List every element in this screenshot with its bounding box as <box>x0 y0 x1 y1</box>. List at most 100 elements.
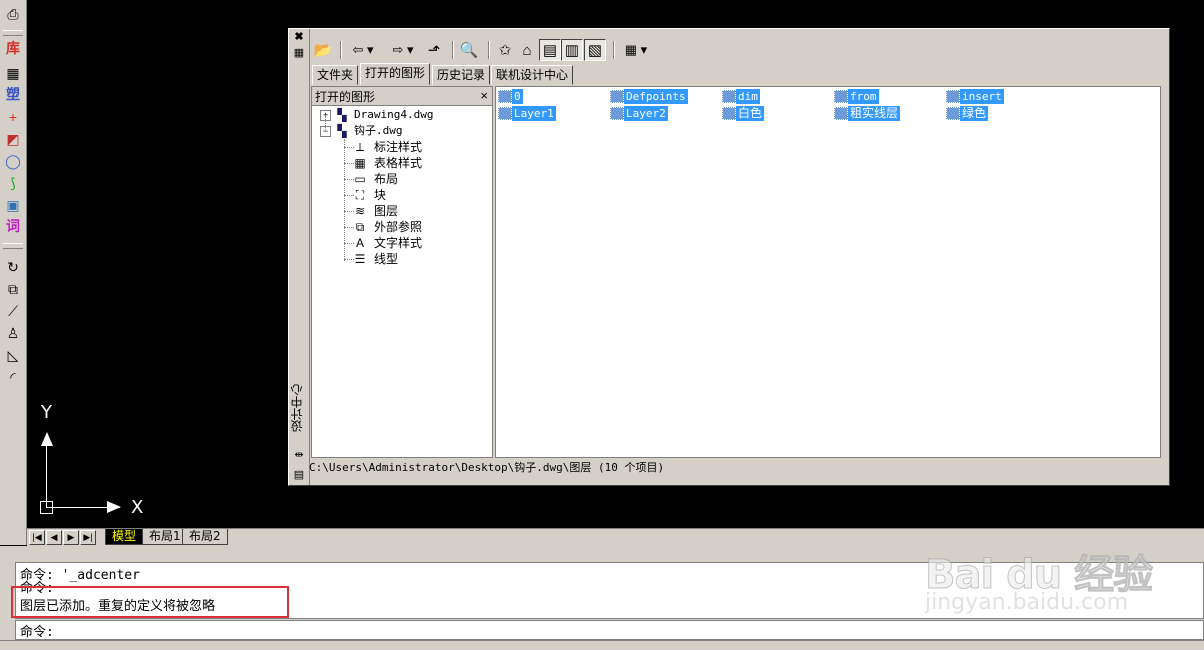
layer-item[interactable]: Layer1 <box>498 106 556 121</box>
layer-item[interactable]: dim <box>722 89 760 104</box>
layer-icon <box>610 90 624 103</box>
tree-child-node[interactable]: ☰ 线型 <box>312 251 490 267</box>
last-tab-button[interactable]: ▶| <box>80 530 96 545</box>
menu-icon[interactable]: ▤ <box>292 469 306 481</box>
tree-child-label: 文字样式 <box>374 236 423 250</box>
tab-folders[interactable]: 文件夹 <box>312 65 359 85</box>
fillet-icon[interactable]: ◜ <box>3 367 23 387</box>
tree-child-node[interactable]: ⛶ 块 <box>312 187 490 203</box>
ucs-y-axis <box>46 445 47 507</box>
home-icon[interactable]: ⌂ <box>516 39 538 61</box>
line-icon[interactable]: ⟋ <box>3 301 23 321</box>
layer-name: dim <box>736 89 760 104</box>
layout-tab[interactable]: 布局1 <box>142 529 188 545</box>
up-icon[interactable]: ⬏ <box>423 39 445 61</box>
tree-child-node[interactable]: ▦ 表格样式 <box>312 155 490 171</box>
layer-item[interactable]: from <box>834 89 879 104</box>
table-icon[interactable]: ▦ <box>3 63 23 83</box>
rotate-icon[interactable]: ↻ <box>3 257 23 277</box>
plastic-icon[interactable]: 塑 <box>3 85 23 105</box>
textstyle-icon: A <box>355 236 364 250</box>
tab-online[interactable]: 联机设计中心 <box>491 65 574 85</box>
layer-item[interactable]: insert <box>946 89 1004 104</box>
ucs-y-arrow <box>41 432 53 446</box>
tree-child-node[interactable]: ▭ 布局 <box>312 171 490 187</box>
tree-child-node[interactable]: ≋ 图层 <box>312 203 490 219</box>
ucs-y-label: Y <box>41 402 52 423</box>
layer-icon: ≋ <box>354 204 366 218</box>
ucs-x-arrow <box>107 501 121 513</box>
tree-child-label: 布局 <box>374 172 399 186</box>
circle-icon[interactable]: ◯ <box>3 151 23 171</box>
design-center-title: 设计中心 <box>290 384 304 432</box>
curve-icon[interactable]: ⟆ <box>3 173 23 193</box>
cross-icon[interactable]: + <box>3 107 23 127</box>
description-icon[interactable]: ▧ <box>584 39 606 61</box>
library-icon[interactable]: 库 <box>3 39 23 59</box>
tree-close-icon[interactable]: × <box>480 88 488 103</box>
layer-item[interactable]: 白色 <box>722 106 765 121</box>
drawing-file-icon: ▚ <box>337 124 347 138</box>
chamfer-icon[interactable]: ◺ <box>3 345 23 365</box>
tree-child-node[interactable]: ⟂ 标注样式 <box>312 139 490 155</box>
toolbar-grip <box>3 243 23 249</box>
content-palette: 0 Defpoints dim from insert Layer1 Layer2 白色 粗实线… <box>495 86 1161 458</box>
tree-child-node[interactable]: A 文字样式 <box>312 235 490 251</box>
layer-name: Layer1 <box>512 106 556 121</box>
layer-icon <box>498 107 512 120</box>
layout-tab[interactable]: 模型 <box>105 529 144 545</box>
tree-drawing-node[interactable]: − ▚ 钩子.dwg <box>312 123 490 139</box>
plot-icon[interactable]: ⎙ <box>3 4 23 24</box>
layer-item[interactable]: 0 <box>498 89 523 104</box>
back-icon[interactable]: ⇦ ▾ <box>346 39 380 61</box>
layout-tab[interactable]: 布局2 <box>182 529 228 545</box>
tree-toggle-icon[interactable]: ▤ <box>539 39 561 61</box>
layer-item[interactable]: 粗实线层 <box>834 106 901 121</box>
design-center-toolbar: 📂 ⇦ ▾ ⇨ ▾ ⬏ 🔍 ✩ ⌂ ▤ ▥ ▧ ▦ ▾ <box>311 39 651 63</box>
design-center-titlebar[interactable]: ✖ ▦ 设计中心 ⇹ ▤ <box>289 29 310 485</box>
tablestyle-icon: ▦ <box>354 156 366 170</box>
favorites-icon[interactable]: ✩ <box>494 39 516 61</box>
next-tab-button[interactable]: ▶ <box>63 530 79 545</box>
close-icon[interactable]: ✖ <box>292 31 306 43</box>
tree-drawing-label: Drawing4.dwg <box>354 108 434 121</box>
tree-child-node[interactable]: ⧉ 外部参照 <box>312 219 490 235</box>
first-tab-button[interactable]: |◀ <box>29 530 45 545</box>
load-icon[interactable]: 📂 <box>312 39 334 61</box>
layer-item[interactable]: Layer2 <box>610 106 668 121</box>
layer-item[interactable]: 绿色 <box>946 106 989 121</box>
linetype-icon: ☰ <box>354 252 366 266</box>
tree-child-label: 标注样式 <box>374 140 423 154</box>
toolbar-grip <box>3 30 23 36</box>
watermark-url: jingyan.baidu.com <box>925 590 1129 615</box>
tree-child-label: 块 <box>374 188 387 202</box>
layer-name: Layer2 <box>624 106 668 121</box>
tree-drawing-node[interactable]: + ▚ Drawing4.dwg <box>312 107 490 123</box>
screen-icon[interactable]: ▣ <box>3 195 23 215</box>
properties-icon[interactable]: ▦ <box>292 47 306 59</box>
word-icon[interactable]: 词 <box>3 217 23 237</box>
search-icon[interactable]: 🔍 <box>458 39 480 61</box>
component-icon[interactable]: ◩ <box>3 129 23 149</box>
views-icon[interactable]: ▦ ▾ <box>619 39 653 61</box>
toolbar-separator <box>340 41 342 59</box>
xref-icon: ⧉ <box>355 220 365 234</box>
layer-item[interactable]: Defpoints <box>610 89 688 104</box>
annotation-highlight-box <box>11 586 289 618</box>
tab-history[interactable]: 历史记录 <box>432 65 491 85</box>
prev-tab-button[interactable]: ◀ <box>46 530 62 545</box>
layer-icon <box>834 90 848 103</box>
tab-open-drawings[interactable]: 打开的图形 <box>360 63 431 85</box>
stamp-icon[interactable]: ♙ <box>3 323 23 343</box>
tree-child-label: 图层 <box>374 204 399 218</box>
layer-icon <box>610 107 624 120</box>
autohide-icon[interactable]: ⇹ <box>292 449 306 461</box>
preview-icon[interactable]: ▥ <box>561 39 583 61</box>
status-path: C:\Users\Administrator\Desktop\钩子.dwg\图层… <box>309 461 665 474</box>
copy-icon[interactable]: ⧉ <box>3 279 23 299</box>
layer-icon <box>722 107 736 120</box>
forward-icon[interactable]: ⇨ ▾ <box>386 39 420 61</box>
toolbar-separator <box>488 41 490 59</box>
command-prompt: 命令: <box>20 625 54 640</box>
layer-name: 粗实线层 <box>848 106 901 121</box>
